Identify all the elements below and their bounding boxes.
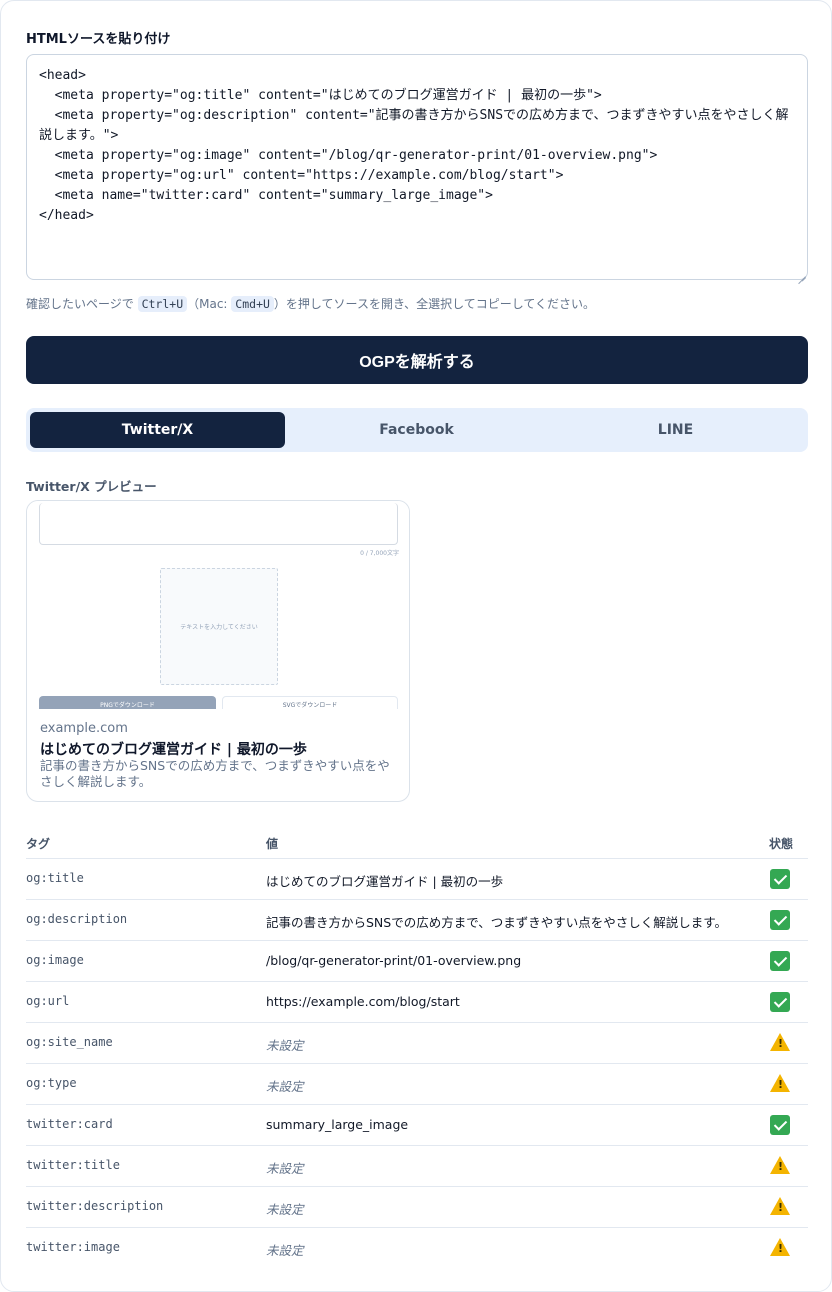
html-source-textarea[interactable]: <head> <meta property="og:title" content… [26, 54, 808, 280]
table-row: og:image/blog/qr-generator-print/01-over… [26, 941, 808, 982]
hint-text-before: 確認したいページで [26, 297, 138, 311]
table-row: twitter:image 未設定 [26, 1228, 808, 1269]
tab-facebook[interactable]: Facebook [289, 412, 544, 448]
table-row: og:description 記事の書き方からSNSでの広め方まで、つまずきやすい… [26, 900, 808, 941]
table-header: タグ 値 状態 [26, 827, 808, 859]
hint-text-mid: （Mac: [187, 297, 232, 311]
tag-cell: twitter:image [26, 1240, 120, 1254]
tab-twitter-x[interactable]: Twitter/X [30, 412, 285, 448]
resize-grip-icon [798, 269, 806, 277]
parse-ogp-button[interactable]: OGPを解析する [26, 336, 808, 384]
ok-icon [770, 992, 790, 1012]
og-image-counter: 0 / 7,000文字 [360, 550, 399, 557]
tag-cell: twitter:description [26, 1199, 164, 1213]
ogp-tags-table: タグ 値 状態 og:title はじめてのブログ運営ガイド | 最初の一歩 og:… [26, 827, 808, 1269]
tag-cell: og:url [26, 994, 70, 1008]
ok-icon [770, 869, 790, 889]
value-cell: 未設定 [266, 1038, 304, 1053]
table-row: og:url https://example.com/blog/start [26, 982, 808, 1023]
tag-cell: og:site_name [26, 1035, 113, 1049]
resize-handle[interactable] [798, 269, 808, 279]
warning-icon [770, 1238, 790, 1256]
table-row: twitter:card summary_large_image [26, 1105, 808, 1146]
preview-domain: example.com [40, 721, 128, 736]
tag-cell: twitter:title [26, 1158, 120, 1172]
table-row: og:title はじめてのブログ運営ガイド | 最初の一歩 [26, 859, 808, 900]
og-image-textarea [39, 503, 398, 545]
header-tag: タグ [26, 837, 51, 851]
platform-tabs: Twitter/X Facebook LINE [26, 408, 808, 452]
value-cell: /blog/qr-generator-print/01-overview.png [266, 953, 522, 968]
ok-icon [770, 951, 790, 971]
value-cell: summary_large_image [266, 1117, 409, 1132]
value-cell: https://example.com/blog/start [266, 994, 460, 1009]
tag-cell: twitter:card [26, 1117, 113, 1131]
tag-cell: og:image [26, 953, 84, 967]
value-cell: はじめてのブログ運営ガイド | 最初の一歩 [266, 874, 504, 889]
og-image-qr-placeholder: テキストを入力してください [160, 568, 278, 685]
og-image-png-button: PNGでダウンロード [39, 696, 216, 709]
ok-icon [770, 910, 790, 930]
shortcut-cmd-u: Cmd+U [231, 296, 274, 312]
og-image-svg-button: SVGでダウンロード [222, 696, 398, 709]
tab-line[interactable]: LINE [548, 412, 803, 448]
source-label: HTMLソースを貼り付け [26, 32, 171, 47]
table-row: twitter:description 未設定 [26, 1187, 808, 1228]
warning-icon [770, 1033, 790, 1051]
warning-icon [770, 1197, 790, 1215]
help-text: 確認したいページで Ctrl+U （Mac: Cmd+U ）を押してソースを開き、全… [26, 295, 595, 312]
shortcut-ctrl-u: Ctrl+U [137, 296, 188, 312]
value-cell: 未設定 [266, 1243, 304, 1258]
warning-icon [770, 1156, 790, 1174]
value-cell: 未設定 [266, 1202, 304, 1217]
value-cell: 記事の書き方からSNSでの広め方まで、つまずきやすい点をやさしく解説します。 [266, 915, 727, 930]
table-body: og:title はじめてのブログ運営ガイド | 最初の一歩 og:descript… [26, 859, 808, 1269]
hint-text-after: ）を押してソースを開き、全選択してコピーしてください。 [273, 297, 596, 311]
header-status: 状態 [769, 837, 794, 851]
header-value: 値 [266, 837, 279, 851]
table-row: og:type 未設定 [26, 1064, 808, 1105]
ogp-checker-card: HTMLソースを貼り付け <head> <meta property="og:t… [0, 0, 832, 1292]
table-row: og:site_name 未設定 [26, 1023, 808, 1064]
tag-cell: og:description [26, 912, 128, 926]
preview-description: 記事の書き方からSNSでの広め方まで、つまずきやすい点をやさしく解説します。 [40, 758, 390, 789]
value-cell: 未設定 [266, 1161, 304, 1176]
tag-cell: og:type [26, 1076, 77, 1090]
tag-cell: og:title [26, 871, 84, 885]
warning-icon [770, 1074, 790, 1092]
value-cell: 未設定 [266, 1079, 304, 1094]
twitter-card-preview[interactable]: 0 / 7,000文字 テキストを入力してください PNGでダウンロード SVG… [26, 500, 410, 802]
ok-icon [770, 1115, 790, 1135]
og-image-preview: 0 / 7,000文字 テキストを入力してください PNGでダウンロード SVG… [27, 501, 409, 709]
preview-label: Twitter/X プレビュー [26, 479, 157, 494]
table-row: twitter:title 未設定 [26, 1146, 808, 1187]
preview-title: はじめてのブログ運営ガイド | 最初の一歩 [40, 742, 307, 758]
